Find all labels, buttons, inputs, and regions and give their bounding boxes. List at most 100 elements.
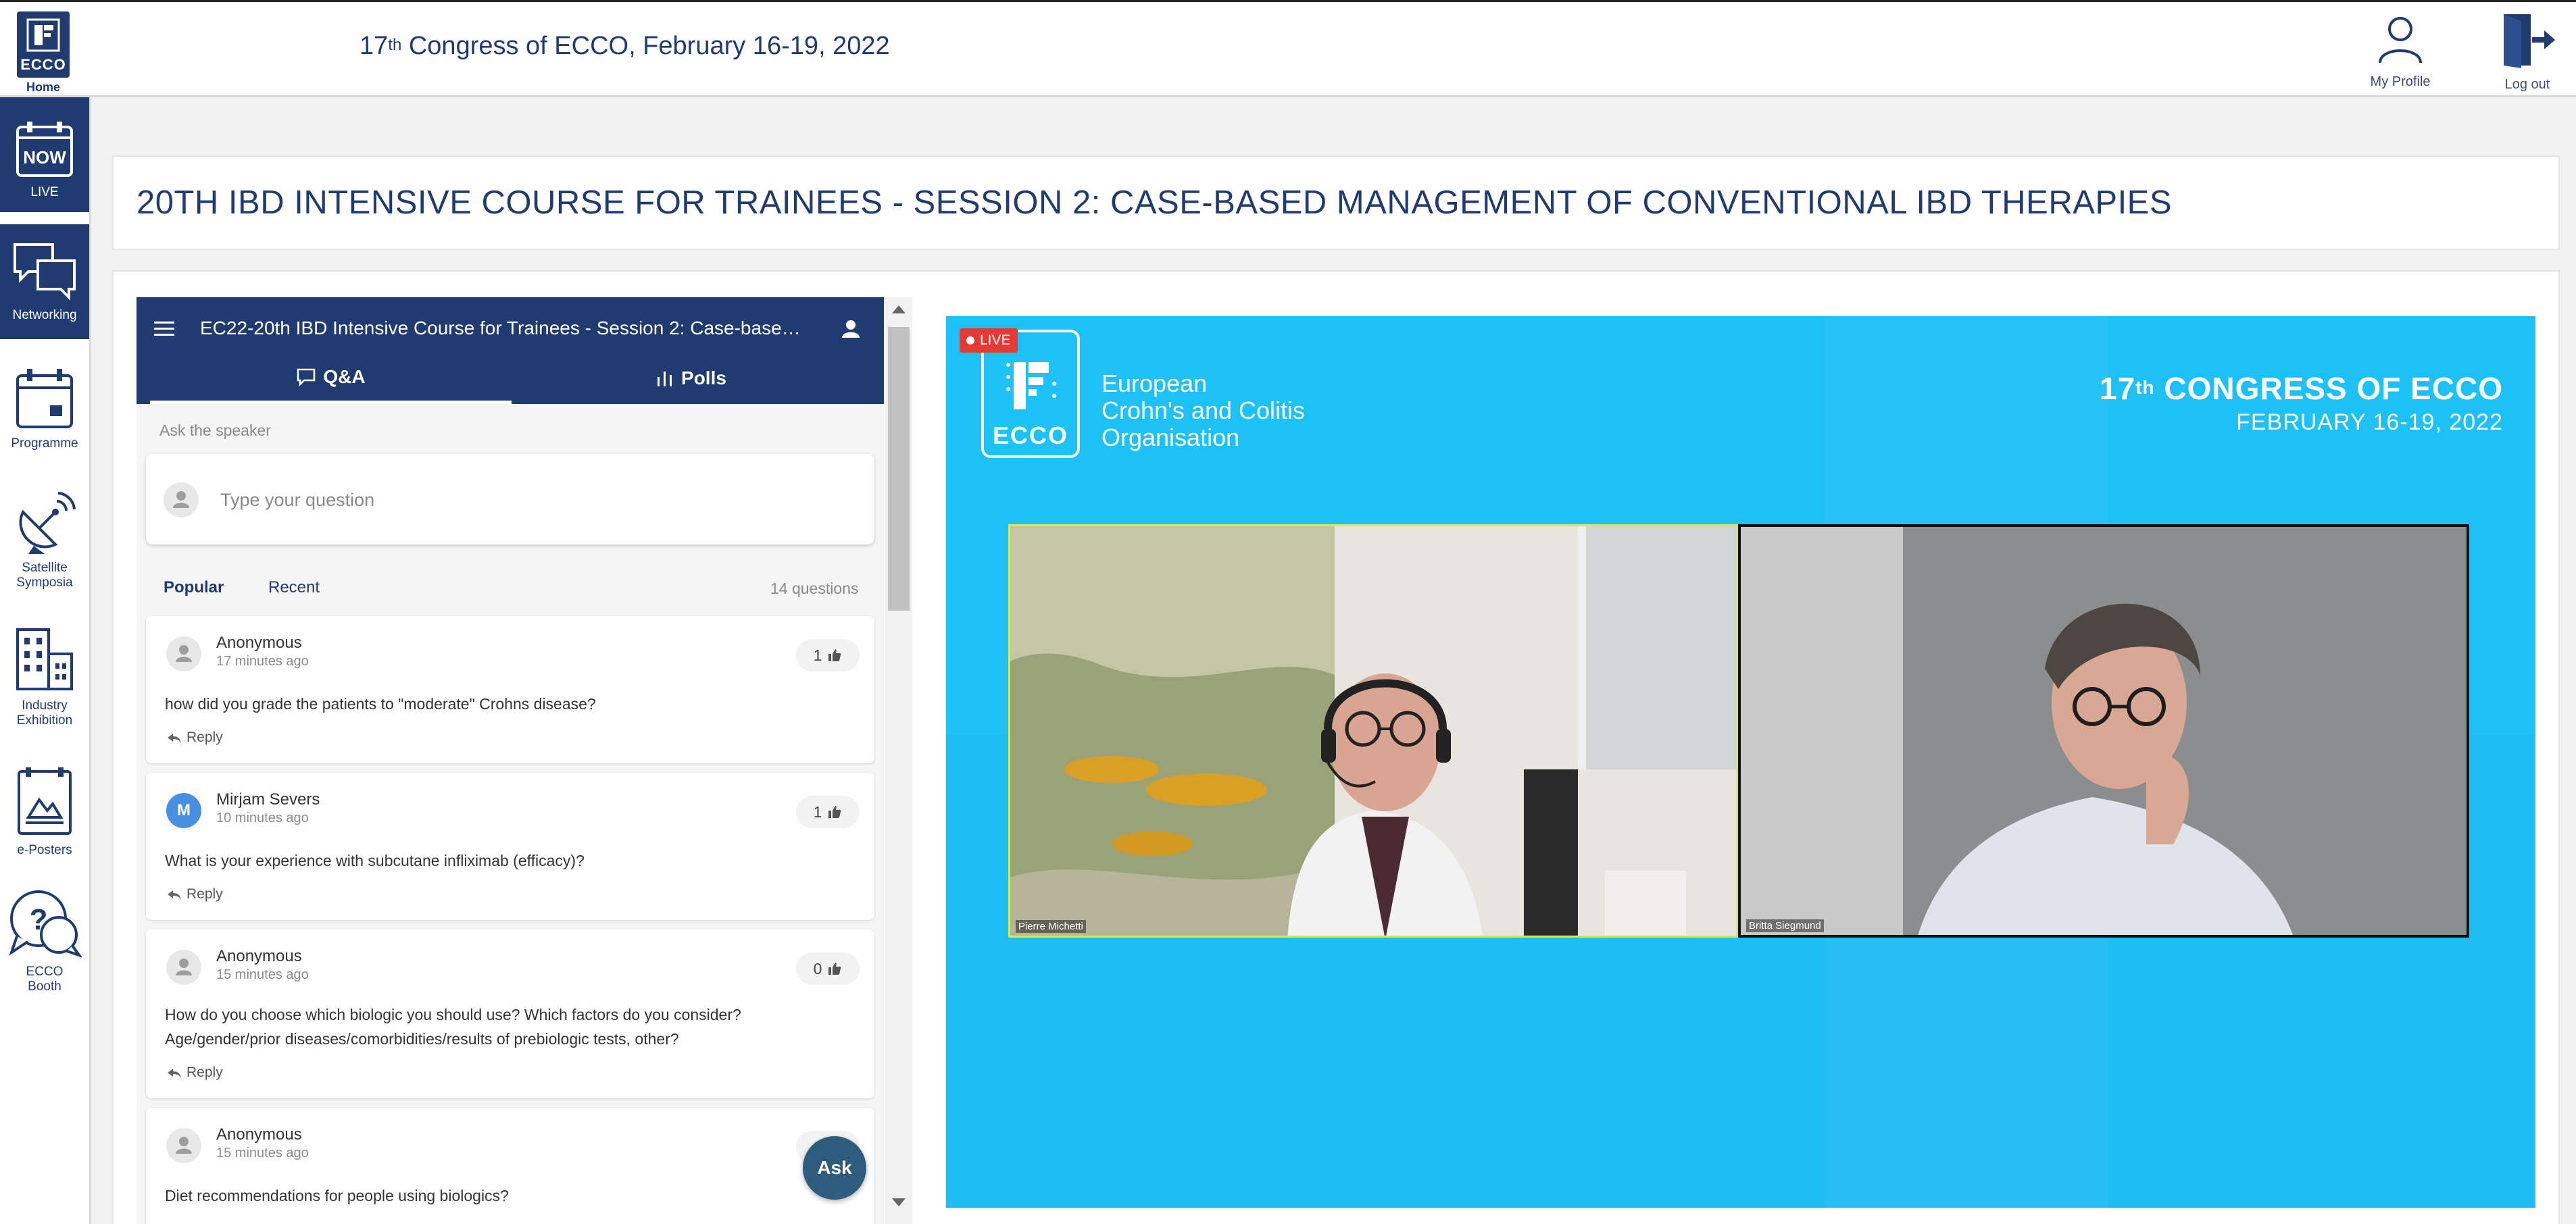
- tab-polls[interactable]: Polls: [512, 353, 870, 404]
- brand-number: 17: [2100, 371, 2136, 406]
- speaker-figure-image: [1741, 527, 2467, 935]
- question-card: Anonymous 15 minutes ago 0 Diet recommen…: [146, 1108, 874, 1224]
- reply-label: Reply: [187, 1065, 223, 1080]
- speaker-name-label: Britta Siegmund: [1746, 919, 1824, 932]
- question-card: Anonymous 15 minutes ago 0 How do you ch…: [146, 929, 874, 1098]
- top-bar: ECCO Home 17th Congress of ECCO, Februar…: [0, 0, 2576, 97]
- now-badge-text: NOW: [23, 147, 66, 168]
- sidebar-item-programme[interactable]: Programme: [0, 367, 89, 476]
- reply-arrow-icon: [168, 890, 181, 900]
- session-title: 20TH IBD INTENSIVE COURSE FOR TRAINEES -…: [137, 184, 2173, 221]
- thumbs-up-icon: [828, 806, 841, 818]
- congress-title-suffix: th: [388, 36, 402, 54]
- reply-arrow-icon: [168, 734, 181, 743]
- org-name-line3: Organisation: [1101, 424, 1240, 451]
- sidebar-item-industry-exhibition[interactable]: Industry Exhibition: [0, 627, 89, 748]
- person-icon: [176, 645, 192, 662]
- person-icon: [176, 959, 192, 975]
- ask-the-speaker-label: Ask the speaker: [159, 422, 271, 439]
- tab-recent[interactable]: Recent: [268, 578, 320, 620]
- sidebar-item-ecco-booth[interactable]: ? ECCO Booth: [0, 888, 89, 1009]
- question-author: Anonymous: [216, 634, 302, 652]
- sidebar-item-label-line1: ECCO: [26, 965, 64, 979]
- sidebar-item-networking[interactable]: Networking: [0, 224, 89, 339]
- question-author: Mirjam Severs: [216, 790, 320, 809]
- reply-button[interactable]: Reply: [166, 1065, 223, 1081]
- like-button[interactable]: 1: [796, 796, 860, 828]
- tab-qna[interactable]: Q&A: [150, 353, 512, 404]
- live-badge: LIVE: [960, 328, 1018, 353]
- question-time: 15 minutes ago: [216, 1146, 309, 1161]
- sidebar-item-label: e-Posters: [17, 843, 72, 857]
- logout-button[interactable]: Log out: [2480, 11, 2575, 93]
- tab-popular[interactable]: Popular: [164, 578, 238, 620]
- home-label: Home: [26, 80, 60, 94]
- sidebar-item-satellite-symposia[interactable]: Satellite Symposia: [0, 492, 89, 613]
- sidebar-item-label: Programme: [11, 436, 78, 451]
- brand-text: CONGRESS OF ECCO: [2154, 371, 2503, 406]
- ecco-mark-icon: [1006, 362, 1056, 409]
- sidebar-item-label-line2: Exhibition: [16, 713, 73, 728]
- reply-button[interactable]: Reply: [166, 730, 223, 746]
- app-root: ECCO Home 17th Congress of ECCO, Februar…: [0, 0, 2576, 1224]
- reply-button[interactable]: Reply: [166, 886, 223, 902]
- sidebar-item-live[interactable]: NOW LIVE: [0, 97, 89, 212]
- congress-brand: 17th CONGRESS OF ECCO FEBRUARY 16-19, 20…: [2100, 370, 2503, 436]
- sidebar-item-label-line2: Symposia: [16, 576, 73, 590]
- session-title-card: 20TH IBD INTENSIVE COURSE FOR TRAINEES -…: [112, 155, 2560, 250]
- question-text: How do you choose which biologic you sho…: [165, 1006, 741, 1048]
- chat-bubbles-icon: [14, 243, 76, 301]
- person-icon: [176, 1137, 192, 1154]
- speaker-name-label: Pierre Michetti: [1016, 920, 1086, 933]
- user-icon[interactable]: [839, 317, 862, 340]
- qa-scrollbar[interactable]: [885, 297, 912, 1224]
- scroll-up-icon[interactable]: [892, 305, 906, 313]
- congress-brand-title: 17th CONGRESS OF ECCO: [2100, 370, 2503, 407]
- organisation-name: European Crohn's and Colitis Organisatio…: [1101, 370, 1305, 451]
- speaker-video-tile: Britta Siegmund: [1738, 524, 2469, 938]
- thumbs-up-icon: [828, 963, 841, 975]
- hamburger-menu-icon[interactable]: [153, 319, 176, 339]
- reply-label: Reply: [187, 730, 223, 745]
- svg-text:?: ?: [30, 903, 48, 936]
- my-profile-button[interactable]: My Profile: [2353, 11, 2448, 90]
- thumbs-up-icon: [828, 649, 841, 661]
- my-profile-label: My Profile: [2370, 74, 2431, 89]
- sidebar-item-label: Networking: [12, 308, 77, 322]
- like-button[interactable]: 1: [796, 639, 860, 671]
- scroll-down-icon[interactable]: [892, 1198, 906, 1206]
- avatar: [166, 950, 201, 985]
- sidebar-item-label-line1: Industry: [22, 698, 68, 713]
- chat-bubble-icon: [297, 368, 316, 386]
- scrollbar-thumb[interactable]: [888, 327, 910, 611]
- org-name-line1: European: [1101, 369, 1208, 397]
- tab-polls-label: Polls: [681, 367, 726, 388]
- like-count: 1: [813, 802, 822, 821]
- sidebar-item-e-posters[interactable]: e-Posters: [0, 766, 89, 874]
- home-button[interactable]: ECCO Home: [16, 11, 70, 95]
- help-chat-icon: ?: [9, 890, 82, 958]
- sidebar-item-label: LIVE: [30, 185, 59, 199]
- sidebar-item-label-line2: Booth: [28, 979, 61, 994]
- avatar: M: [166, 793, 201, 828]
- logout-icon: [2504, 14, 2555, 68]
- video-player[interactable]: LIVE ECCO European Crohn's and Colitis O…: [946, 316, 2535, 1208]
- person-icon: [173, 491, 189, 508]
- congress-title-text: Congress of ECCO, February 16-19, 2022: [401, 32, 890, 60]
- question-card: Anonymous 17 minutes ago 1 how did you g…: [146, 616, 874, 763]
- reply-label: Reply: [187, 886, 223, 902]
- ecco-home-logo: ECCO: [17, 11, 70, 78]
- congress-title-number: 17: [360, 32, 389, 60]
- brand-suffix: th: [2135, 377, 2155, 398]
- tab-qna-label: Q&A: [323, 365, 366, 387]
- ask-button[interactable]: Ask: [803, 1136, 866, 1200]
- like-button[interactable]: 0: [796, 952, 860, 985]
- question-count: 14 questions: [770, 580, 859, 597]
- profile-icon: [2379, 17, 2422, 63]
- question-author: Anonymous: [216, 1125, 302, 1144]
- like-count: 1: [813, 646, 822, 664]
- qa-panel: EC22-20th IBD Intensive Course for Train…: [137, 297, 884, 1224]
- question-input[interactable]: [220, 481, 828, 519]
- speaker-figure-image: [1287, 673, 1686, 936]
- org-name-line2: Crohn's and Colitis: [1101, 397, 1306, 424]
